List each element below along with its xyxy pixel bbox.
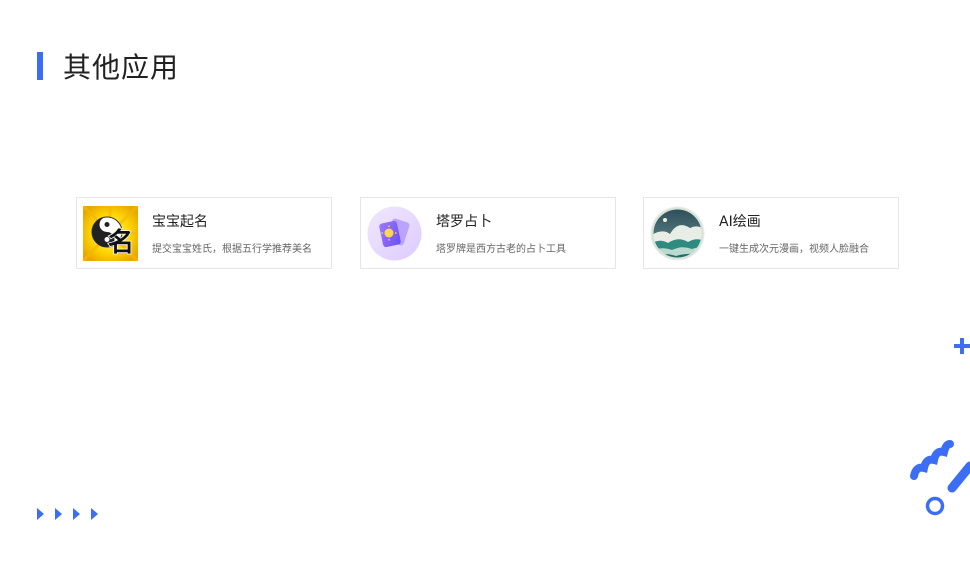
ring-icon <box>925 496 945 516</box>
app-description: 塔罗牌是西方古老的占卜工具 <box>436 244 566 255</box>
app-name: AI绘画 <box>719 214 761 230</box>
icon-glyph: 名 <box>108 227 134 258</box>
tarot-cards-icon <box>367 206 422 261</box>
app-description: 一键生成次元漫画，视频人脸融合 <box>719 244 869 255</box>
title-accent-bar <box>37 52 43 80</box>
app-card-ai-painting[interactable]: AI绘画 一键生成次元漫画，视频人脸融合 <box>643 197 899 269</box>
section-header: 其他应用 <box>37 46 179 86</box>
app-description: 提交宝宝姓氏，根据五行学推荐美名 <box>152 244 312 255</box>
app-name: 塔罗占卜 <box>436 214 492 230</box>
section-title: 其他应用 <box>63 51 180 84</box>
app-name: 宝宝起名 <box>152 214 208 230</box>
app-card-baby-name[interactable]: 名 宝宝起名 提交宝宝姓氏，根据五行学推荐美名 <box>76 197 332 269</box>
plus-icon <box>954 338 970 354</box>
yin-yang-name-icon: 名 <box>81 204 140 262</box>
diagonal-bar-icon <box>947 461 970 493</box>
app-card-tarot[interactable]: 塔罗占卜 塔罗牌是西方古老的占卜工具 <box>360 197 616 269</box>
arrows-icon <box>37 508 98 520</box>
ai-painting-wave-icon <box>650 206 705 261</box>
